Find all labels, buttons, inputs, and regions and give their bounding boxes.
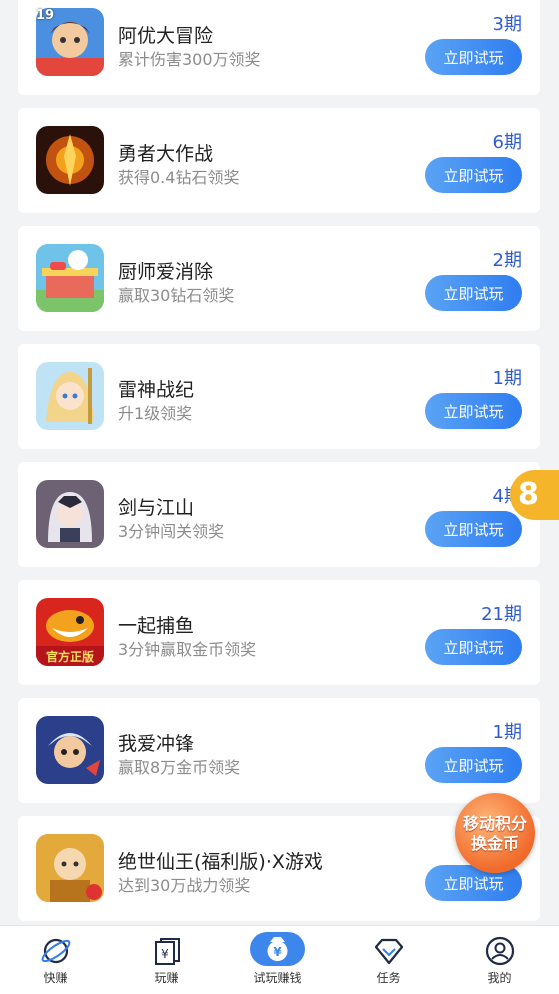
game-card[interactable]: 勇者大作战 获得0.4钻石领奖 6期 立即试玩: [18, 108, 540, 213]
yuan-bag-icon: ¥: [250, 932, 305, 966]
floating-badge-button[interactable]: 8: [510, 470, 559, 520]
tab-label: 玩赚: [154, 971, 179, 985]
game-title: 雷神战纪: [118, 379, 195, 401]
play-now-button[interactable]: 立即试玩: [425, 157, 522, 193]
tab-trial-earn[interactable]: ¥ 试玩赚钱: [222, 926, 333, 994]
game-period: 1期: [492, 722, 522, 743]
game-period: 21期: [481, 604, 522, 625]
game-subtitle: 赢取30钻石领奖: [118, 286, 235, 305]
golden-monk-icon: [36, 834, 104, 902]
game-title: 厨师爱消除: [118, 261, 214, 283]
game-card[interactable]: 阿优大冒险 累计伤害300万领奖 3期 立即试玩: [18, 0, 540, 95]
blue-warrior-icon: [36, 716, 104, 784]
play-now-button[interactable]: 立即试玩: [425, 275, 522, 311]
game-subtitle: 达到30万战力领奖: [118, 876, 251, 895]
tab-label: 快赚: [43, 971, 68, 985]
game-period: 2期: [492, 250, 522, 271]
play-now-button[interactable]: 立即试玩: [425, 747, 522, 783]
svg-text:¥: ¥: [161, 947, 169, 961]
game-card[interactable]: 剑与江山 3分钟闯关领奖 4期 立即试玩: [18, 462, 540, 567]
money-cards-icon: ¥: [150, 936, 184, 966]
game-subtitle: 3分钟赢取金币领奖: [118, 640, 257, 659]
status-time: 19: [36, 8, 55, 23]
fire-warrior-icon: [36, 126, 104, 194]
shark-fishing-icon: 官方正版: [36, 598, 104, 666]
play-now-button[interactable]: 立即试玩: [425, 393, 522, 429]
game-title: 我爱冲锋: [118, 733, 195, 755]
game-subtitle: 获得0.4钻石领奖: [118, 168, 240, 187]
svg-text:¥: ¥: [273, 945, 282, 959]
points-exchange-button[interactable]: 移动积分 换金币: [455, 793, 535, 873]
game-card[interactable]: 我爱冲锋 赢取8万金币领奖 1期 立即试玩: [18, 698, 540, 803]
play-now-button[interactable]: 立即试玩: [425, 629, 522, 665]
tab-label: 任务: [376, 971, 401, 985]
tab-quick-earn[interactable]: 快赚: [0, 926, 111, 994]
game-title: 剑与江山: [118, 497, 195, 519]
white-hair-girl-icon: [36, 480, 104, 548]
game-subtitle: 3分钟闯关领奖: [118, 522, 225, 541]
tab-mine[interactable]: 我的: [444, 926, 555, 994]
tab-label: 我的: [487, 971, 512, 985]
bottom-tab-bar: 快赚 ¥ 玩赚 ¥ 试玩赚钱 任务 我的: [0, 925, 559, 994]
diamond-icon: [372, 936, 406, 966]
tab-label: 试玩赚钱: [253, 971, 302, 985]
game-card[interactable]: 雷神战纪 升1级领奖 1期 立即试玩: [18, 344, 540, 449]
anime-girl-icon: [36, 362, 104, 430]
user-icon: [483, 936, 517, 966]
official-badge: 官方正版: [45, 650, 94, 664]
game-card[interactable]: 官方正版 一起捕鱼 3分钟赢取金币领奖 21期 立即试玩: [18, 580, 540, 685]
game-card[interactable]: 厨师爱消除 赢取30钻石领奖 2期 立即试玩: [18, 226, 540, 331]
badge-icon: 8: [518, 477, 539, 512]
play-now-button[interactable]: 立即试玩: [425, 511, 522, 547]
tab-tasks[interactable]: 任务: [333, 926, 444, 994]
game-period: 6期: [492, 132, 522, 153]
game-title: 一起捕鱼: [118, 615, 195, 637]
tab-play-earn[interactable]: ¥ 玩赚: [111, 926, 222, 994]
cafe-shop-icon: [36, 244, 104, 312]
play-now-button[interactable]: 立即试玩: [425, 39, 522, 75]
game-period: 3期: [492, 14, 522, 35]
points-exchange-line1: 移动积分: [462, 814, 527, 833]
game-period: 1期: [492, 368, 522, 389]
game-title: 绝世仙王(福利版)·X游戏: [118, 851, 323, 873]
points-exchange-line2: 换金币: [470, 834, 519, 853]
game-title: 勇者大作战: [118, 143, 214, 165]
planet-icon: [39, 936, 73, 966]
game-subtitle: 升1级领奖: [118, 404, 193, 423]
game-subtitle: 赢取8万金币领奖: [118, 758, 241, 777]
game-subtitle: 累计伤害300万领奖: [118, 50, 261, 69]
game-title: 阿优大冒险: [118, 25, 214, 47]
